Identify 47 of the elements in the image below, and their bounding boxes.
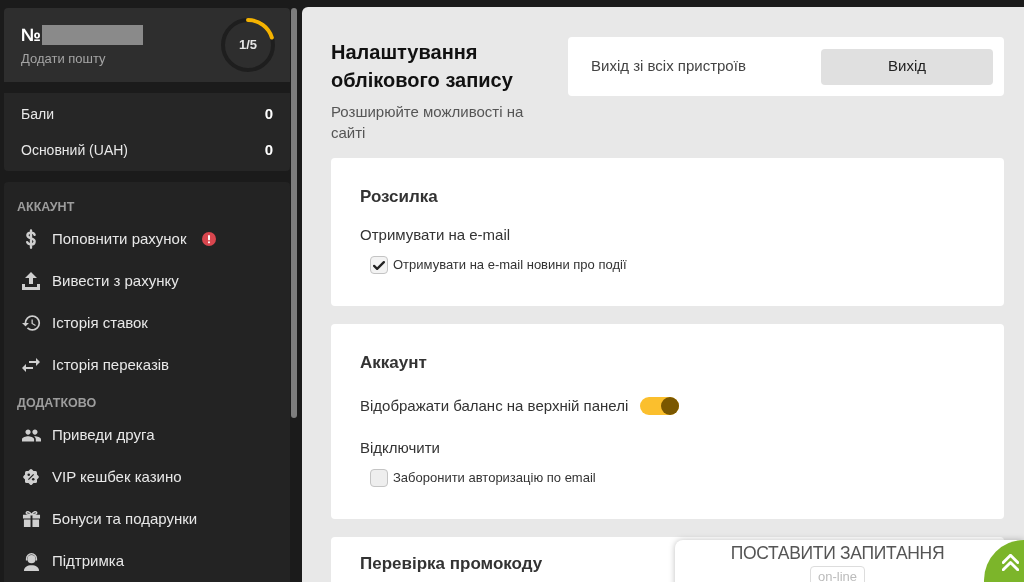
toggle-switch[interactable] — [640, 397, 680, 415]
field-label: Отримувати на e-mail — [360, 224, 511, 245]
toggle-label: Відображати баланс на верхній панелі — [360, 395, 629, 416]
account-number-label: № — [21, 25, 42, 45]
online-badge: on-line — [810, 566, 865, 582]
progress-ring — [220, 17, 276, 73]
sidebar-item[interactable]: VIP кешбек казино — [4, 456, 290, 498]
expand-chat-button[interactable] — [984, 540, 1024, 582]
sidebar-item[interactable]: Історія ставок — [4, 302, 290, 344]
sidebar-item[interactable]: Вивести з рахунку — [4, 260, 290, 302]
sidebar-item[interactable]: Бонуси та подарунки — [4, 498, 290, 540]
checkbox-label[interactable]: Заборонити авторизацію по email — [393, 468, 596, 488]
support-agent-icon — [22, 551, 40, 571]
card-heading: Розсилка — [360, 187, 438, 207]
checkbox-label[interactable]: Отримувати на e-mail новини про події — [393, 255, 627, 275]
balance-value: 0 — [264, 103, 273, 124]
sidebar-item[interactable]: Приведи друга — [4, 414, 290, 456]
section-heading: ДОДАТКОВО — [17, 394, 97, 412]
logout-all-text: Вихід зі всіх пристроїв — [591, 56, 746, 77]
percent-badge-icon — [22, 468, 40, 486]
history-icon — [21, 315, 41, 331]
people-icon — [21, 428, 41, 442]
logout-button[interactable]: Вихід — [821, 48, 993, 85]
scrollbar[interactable] — [291, 8, 297, 418]
card-heading: Аккаунт — [360, 353, 427, 373]
page-title: Налаштування облікового запису — [331, 40, 514, 93]
check-icon — [373, 260, 385, 270]
section-heading: АККАУНТ — [17, 198, 75, 216]
gift-icon — [21, 510, 41, 528]
dollar-icon — [25, 229, 37, 249]
upload-icon — [22, 272, 40, 290]
balance-label: Бали — [21, 104, 54, 124]
field-label: Відключити — [360, 437, 440, 458]
page-subtitle: Розширюйте можливості на сайті — [331, 102, 525, 143]
sidebar-item[interactable]: Підтримка — [4, 540, 290, 582]
add-email-link[interactable]: Додати пошту — [21, 51, 144, 67]
chat-title[interactable]: ПОСТАВИТИ ЗАПИТАННЯ — [730, 542, 945, 564]
swap-arrows-icon — [22, 358, 40, 372]
double-chevron-up-icon — [1002, 554, 1019, 571]
checkbox[interactable] — [370, 469, 388, 487]
card-heading: Перевірка промокоду — [360, 554, 543, 574]
sidebar-item[interactable]: Поповнити рахунок — [4, 218, 290, 260]
sidebar-item[interactable]: Історія переказів — [4, 344, 290, 386]
checkbox[interactable] — [370, 256, 388, 274]
progress-text: 1/5 — [238, 37, 258, 53]
balance-label: Основний (UAH) — [21, 140, 128, 160]
balance-value: 0 — [264, 139, 273, 160]
